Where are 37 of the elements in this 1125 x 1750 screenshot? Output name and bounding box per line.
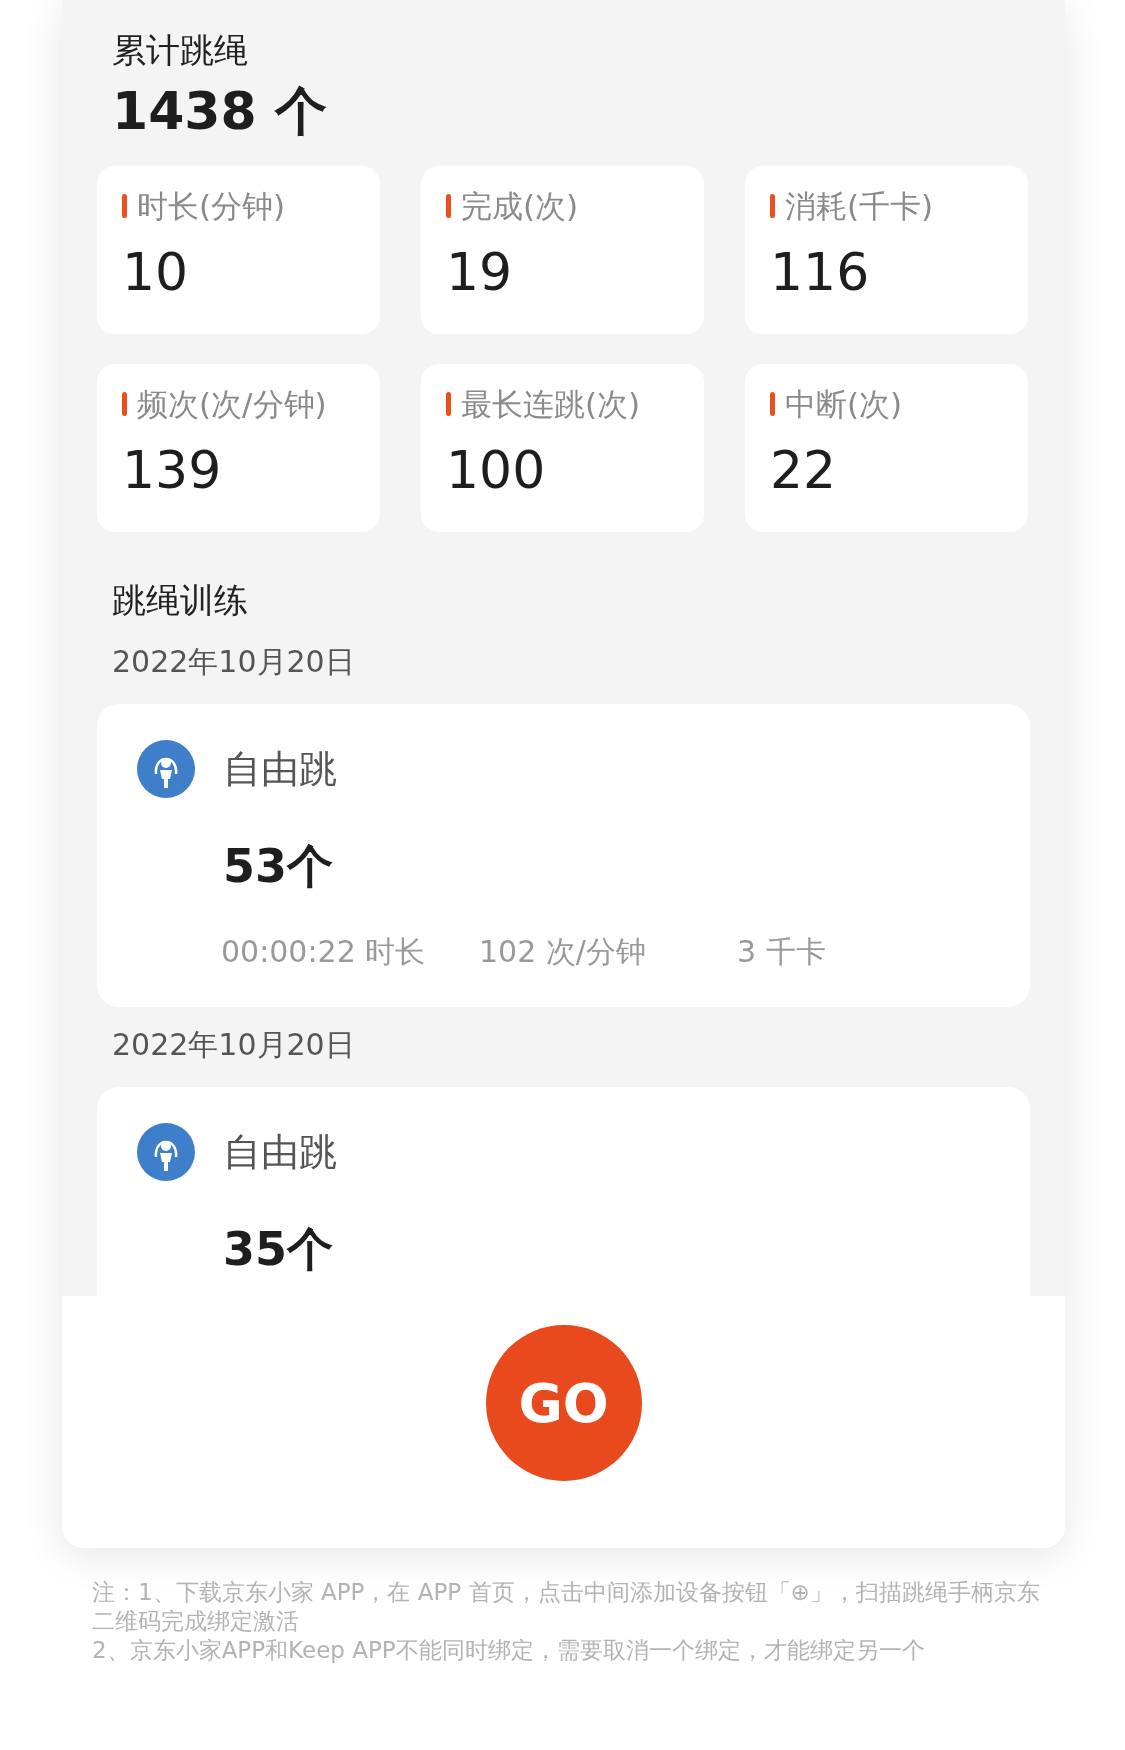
stat-value: 100 [446, 439, 547, 502]
stat-value: 19 [446, 241, 514, 304]
record-detail: 3 千卡 [737, 933, 827, 971]
record-count: 35个 [223, 1221, 334, 1278]
accent-bar [770, 194, 775, 218]
stat-value: 139 [122, 439, 223, 502]
accent-bar [446, 194, 451, 218]
accent-bar [770, 392, 775, 416]
total-count: 1438 个 [111, 80, 328, 143]
note-text: 2、京东小家APP和Keep APP不能同时绑定，需要取消一个绑定，才能绑定另一个 [92, 1636, 926, 1665]
stat-value: 116 [770, 241, 871, 304]
record-card[interactable]: 自由跳 35个 [97, 1087, 1030, 1296]
record-type: 自由跳 [223, 1128, 337, 1176]
record-date: 2022年10月20日 [112, 1026, 356, 1064]
stat-label: 消耗(千卡) [785, 187, 934, 226]
stat-label: 频次(次/分钟) [137, 385, 327, 424]
accent-bar [122, 194, 127, 218]
stat-label: 最长连跳(次) [461, 385, 641, 424]
jump-rope-icon [137, 1123, 195, 1181]
accent-bar [446, 392, 451, 416]
record-detail: 00:00:22 时长 [221, 933, 427, 971]
stat-label: 时长(分钟) [137, 187, 286, 226]
stat-value: 10 [122, 241, 190, 304]
go-button[interactable]: GO [485, 1325, 642, 1481]
record-card[interactable]: 自由跳 53个 00:00:22 时长 102 次/分钟 3 千卡 [97, 704, 1030, 1007]
accent-bar [122, 392, 127, 416]
jump-rope-icon [137, 740, 195, 798]
summary-title: 累计跳绳 [111, 29, 249, 72]
record-type: 自由跳 [223, 745, 337, 793]
section-title: 跳绳训练 [112, 579, 249, 622]
note-text: 注：1、下载京东小家 APP，在 APP 首页，点击中间添加设备按钮「⊕」，扫描跳绳手柄京东二维码完成绑定激活 [92, 1578, 1041, 1636]
record-detail: 102 次/分钟 [479, 933, 647, 971]
stat-label: 中断(次) [785, 385, 903, 424]
record-count: 53个 [223, 838, 334, 895]
stat-value: 22 [770, 439, 838, 502]
stat-label: 完成(次) [461, 187, 579, 226]
record-date: 2022年10月20日 [112, 643, 356, 681]
